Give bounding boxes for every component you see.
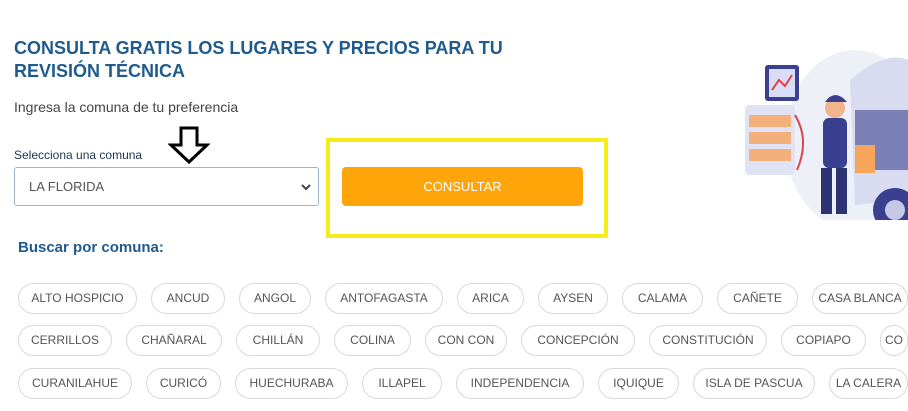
- commune-chip-canete[interactable]: CAÑETE: [717, 283, 798, 314]
- commune-chip-alto-hospicio[interactable]: ALTO HOSPICIO: [18, 283, 137, 314]
- commune-chip-aysen[interactable]: AYSEN: [538, 283, 608, 314]
- commune-chip-isla-de-pascua[interactable]: ISLA DE PASCUA: [693, 368, 815, 399]
- commune-chip-independencia[interactable]: INDEPENDENCIA: [456, 368, 584, 399]
- commune-chip-con-con[interactable]: CON CON: [425, 325, 507, 356]
- commune-chip-angol[interactable]: ANGOL: [239, 283, 311, 314]
- commune-chip-constitucion[interactable]: CONSTITUCIÓN: [649, 325, 767, 356]
- commune-select[interactable]: LA FLORIDA: [14, 167, 319, 206]
- commune-chip-curico[interactable]: CURICÓ: [146, 368, 221, 399]
- commune-chip-illapel[interactable]: ILLAPEL: [362, 368, 442, 399]
- commune-chip-concepcion[interactable]: CONCEPCIÓN: [521, 325, 635, 356]
- commune-chip-huechuraba[interactable]: HUECHURABA: [235, 368, 348, 399]
- commune-select-value: LA FLORIDA: [29, 179, 105, 194]
- commune-chip-curanilahue[interactable]: CURANILAHUE: [18, 368, 132, 399]
- commune-chip-cerrillos[interactable]: CERRILLOS: [18, 325, 112, 356]
- commune-chip-arica[interactable]: ARICA: [457, 283, 524, 314]
- commune-chip-la-calera[interactable]: LA CALERA: [829, 368, 908, 399]
- commune-chip-copiapo[interactable]: COPIAPO: [781, 325, 866, 356]
- commune-chip-calama[interactable]: CALAMA: [622, 283, 703, 314]
- commune-chip-casa-blanca[interactable]: CASA BLANCA: [812, 283, 908, 314]
- commune-chip-chillan[interactable]: CHILLÁN: [236, 325, 320, 356]
- page-title: CONSULTA GRATIS LOS LUGARES Y PRECIOS PA…: [14, 38, 503, 81]
- consult-button[interactable]: CONSULTAR: [342, 167, 583, 206]
- browse-title: Buscar por comuna:: [18, 239, 164, 256]
- mechanic-illustration: [745, 50, 908, 220]
- chevron-down-icon: [301, 184, 311, 191]
- commune-chip-chanaral[interactable]: CHAÑARAL: [126, 325, 222, 356]
- commune-chip-cut[interactable]: CO: [880, 325, 908, 356]
- commune-chip-ancud[interactable]: ANCUD: [151, 283, 225, 314]
- commune-select-label: Selecciona una comuna: [14, 148, 143, 162]
- page-subtitle: Ingresa la comuna de tu preferencia: [14, 99, 239, 115]
- commune-chip-colina[interactable]: COLINA: [334, 325, 411, 356]
- down-arrow-icon: [168, 126, 210, 165]
- commune-chip-antofagasta[interactable]: ANTOFAGASTA: [325, 283, 443, 314]
- commune-chip-iquique[interactable]: IQUIQUE: [598, 368, 679, 399]
